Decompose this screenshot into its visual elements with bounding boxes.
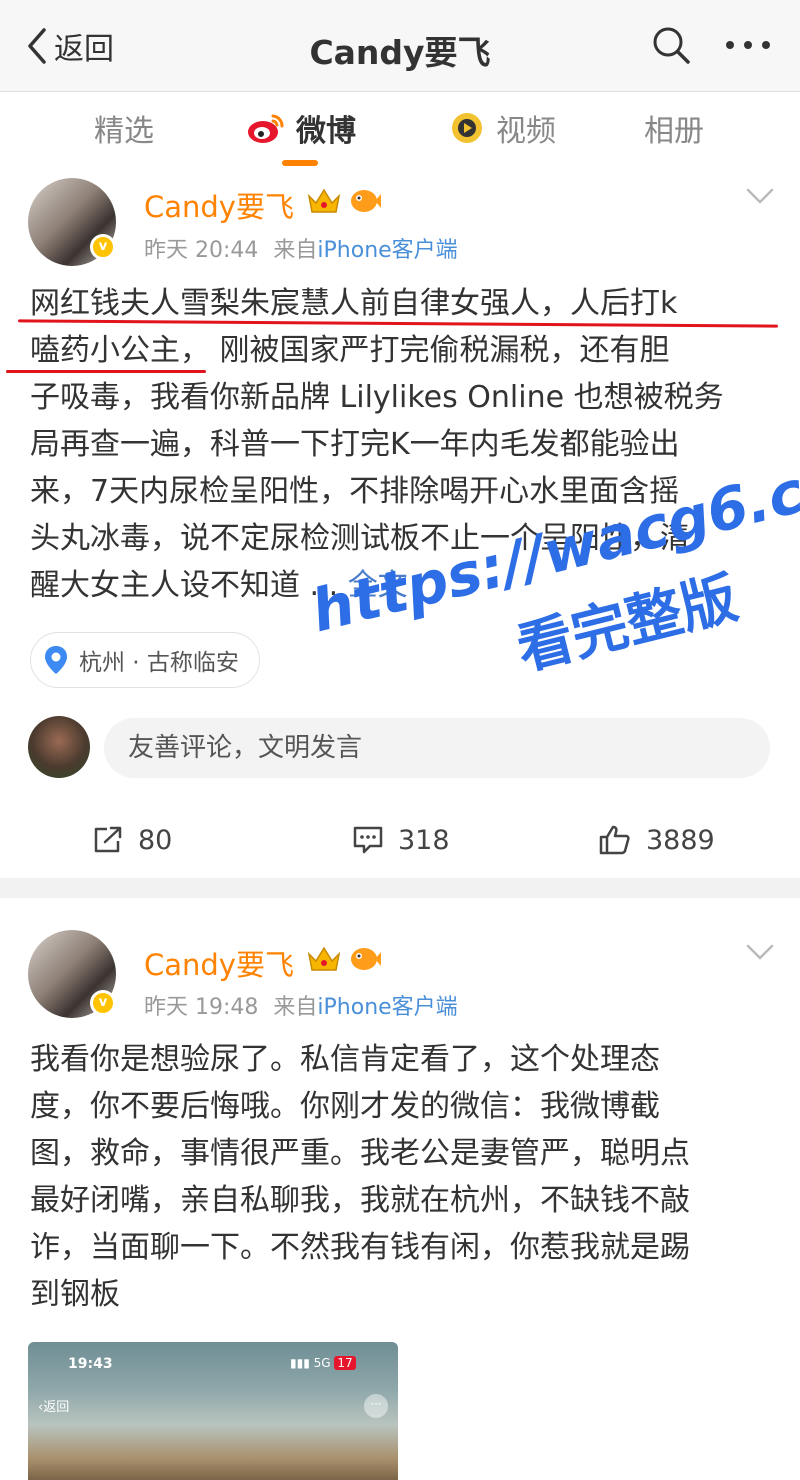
tab-weibo[interactable]: 微博 bbox=[246, 108, 356, 149]
tab-album[interactable]: 相册 bbox=[644, 108, 704, 149]
screenshot-back-label: 返回 bbox=[43, 1400, 70, 1415]
comment-icon bbox=[353, 826, 383, 854]
crown-badge-icon bbox=[307, 946, 341, 971]
location-tag[interactable]: 杭州 · 古称临安 bbox=[30, 632, 260, 688]
post-line: 子吸毒，我看你新品牌 Lilylikes Online 也想被税务 bbox=[30, 380, 724, 415]
screenshot-battery: 17 bbox=[334, 1356, 356, 1370]
username[interactable]: Candy要飞 bbox=[144, 184, 294, 226]
screenshot-status: ▮▮▮ 5G 17 bbox=[290, 1356, 356, 1370]
thumbs-up-icon bbox=[599, 825, 630, 855]
post-line: 诈，当面聊一下。不然我有钱有闲，你惹我就是踢 bbox=[30, 1230, 690, 1265]
search-icon[interactable] bbox=[650, 24, 692, 66]
red-underline bbox=[6, 370, 206, 373]
post-line: 最好闭嘴，亲自私聊我，我就在杭州，不缺钱不敲 bbox=[30, 1183, 690, 1218]
nav-bar: 返回 Candy要飞 bbox=[0, 0, 800, 92]
post-image[interactable]: 19:43 ▮▮▮ 5G 17 ‹返回 ··· bbox=[28, 1342, 398, 1480]
post-source[interactable]: iPhone客户端 bbox=[317, 995, 457, 1020]
post-line: 到钢板 bbox=[30, 1277, 120, 1312]
video-tab-icon bbox=[452, 113, 482, 143]
chevron-down-icon[interactable] bbox=[744, 186, 776, 206]
repost-button[interactable]: 80 bbox=[92, 822, 172, 858]
like-button[interactable]: 3889 bbox=[598, 822, 715, 858]
weibo-logo-icon bbox=[248, 114, 284, 143]
chevron-down-icon[interactable] bbox=[744, 942, 776, 962]
post-line: 图，救命，事情很严重。我老公是妻管严，聪明点 bbox=[30, 1136, 690, 1171]
post-line: 嗑药小公主， 刚被国家严打完偷税漏税，还有胆 bbox=[30, 333, 670, 368]
repost-icon bbox=[94, 826, 122, 853]
commenter-avatar[interactable] bbox=[28, 716, 90, 778]
verified-badge-icon: v bbox=[90, 234, 116, 260]
tab-label: 相册 bbox=[644, 114, 704, 149]
active-tab-indicator bbox=[282, 160, 318, 166]
tab-label: 视频 bbox=[496, 114, 556, 149]
screenshot-network: 5G bbox=[313, 1356, 331, 1370]
post-source[interactable]: iPhone客户端 bbox=[317, 238, 457, 263]
post-body: 我看你是想验尿了。私信肯定看了，这个处理态 度，你不要后悔哦。你刚才发的微信：我… bbox=[30, 1036, 770, 1318]
post-line: 度，你不要后悔哦。你刚才发的微信：我微博截 bbox=[30, 1089, 660, 1124]
verified-badge-icon: v bbox=[90, 990, 116, 1016]
post-card: v Candy要飞 昨天 19:48 来自iPhone客户端 我看你是想验尿了。… bbox=[0, 898, 800, 1480]
post-time: 昨天 19:48 bbox=[144, 995, 259, 1020]
tab-label: 微博 bbox=[296, 114, 356, 149]
profile-tabs: 精选 微博 视频 相册 bbox=[0, 92, 800, 170]
fish-badge-icon bbox=[351, 948, 381, 970]
comment-button[interactable]: 318 bbox=[352, 822, 450, 858]
source-prefix: 来自 bbox=[273, 238, 318, 263]
comment-count: 318 bbox=[398, 824, 450, 856]
username[interactable]: Candy要飞 bbox=[144, 942, 294, 984]
post-time: 昨天 20:44 bbox=[144, 238, 259, 263]
fish-badge-icon bbox=[351, 190, 381, 212]
location-label: 杭州 · 古称临安 bbox=[79, 650, 239, 676]
repost-count: 80 bbox=[138, 824, 173, 856]
location-pin-icon bbox=[45, 646, 67, 674]
screenshot-time: 19:43 bbox=[68, 1356, 113, 1372]
source-prefix: 来自 bbox=[273, 995, 318, 1020]
post-meta: 昨天 19:48 来自iPhone客户端 bbox=[144, 989, 458, 1021]
post-line: 醒大女主人设不知道 ... bbox=[30, 568, 348, 603]
screenshot-more-icon: ··· bbox=[364, 1394, 388, 1418]
post-line: 我看你是想验尿了。私信肯定看了，这个处理态 bbox=[30, 1042, 660, 1077]
tab-featured[interactable]: 精选 bbox=[94, 108, 154, 149]
post-meta: 昨天 20:44 来自iPhone客户端 bbox=[144, 232, 458, 264]
more-icon[interactable] bbox=[722, 24, 774, 66]
screenshot-back: ‹返回 bbox=[38, 1400, 70, 1415]
like-count: 3889 bbox=[646, 824, 715, 856]
post-line: 局再查一遍，科普一下打完K一年内毛发都能验出 bbox=[30, 427, 680, 462]
tab-label: 精选 bbox=[94, 114, 154, 149]
tab-video[interactable]: 视频 bbox=[448, 108, 556, 149]
crown-badge-icon bbox=[307, 188, 341, 213]
